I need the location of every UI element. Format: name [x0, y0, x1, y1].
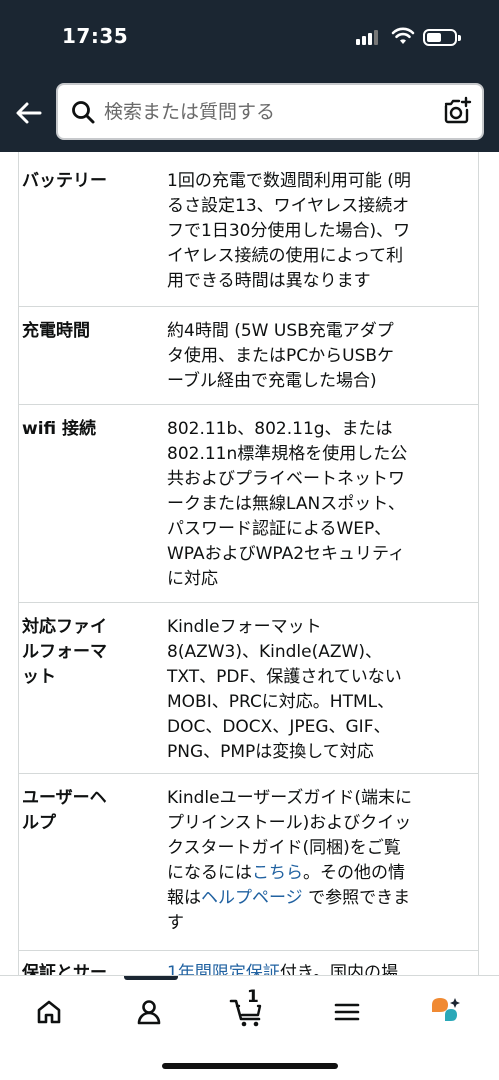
cart-count-badge: 1	[247, 987, 259, 1007]
spec-value: 802.11b、802.11g、または 802.11n標準規格を使用した公 共お…	[167, 419, 408, 589]
back-arrow-icon[interactable]	[12, 96, 46, 130]
spec-value: Kindleフォーマット 8(AZW3)、Kindle(AZW)、 TXT、PD…	[167, 617, 402, 762]
wifi-icon	[391, 27, 415, 44]
product-details-content[interactable]: バッテリー 1回の充電で数週間利用可能 (明 るさ設定13、ワイヤレス接続オ フ…	[0, 152, 499, 975]
spec-label: wifi 接続	[22, 419, 97, 439]
nav-account[interactable]	[127, 990, 171, 1034]
here-link[interactable]: こちら	[252, 863, 303, 883]
table-row: 充電時間 約4時間 (5W USB充電アダプ タ使用、またはPCからUSBケ ー…	[19, 307, 478, 405]
search-box[interactable]	[56, 83, 484, 140]
home-icon	[37, 1000, 61, 1024]
signal-icon	[356, 29, 382, 45]
spec-label: バッテリー	[22, 171, 107, 191]
table-row: wifi 接続 802.11b、802.11g、または 802.11n標準規格を…	[19, 405, 478, 603]
help-page-link[interactable]: ヘルプページ	[201, 888, 303, 908]
status-time: 17:35	[62, 24, 129, 48]
spec-value: Kindleユーザーズガイド(端末に プリインストール)およびクイッ クスタート…	[167, 788, 413, 933]
spec-label: 充電時間	[22, 321, 90, 341]
spec-label: 保証とサー	[22, 963, 107, 975]
rufus-assistant-icon	[432, 998, 460, 1021]
spec-value: 1回の充電で数週間利用可能 (明 るさ設定13、ワイヤレス接続オ フで1日30分…	[167, 171, 411, 291]
nav-assistant[interactable]	[424, 990, 468, 1034]
account-icon	[137, 1000, 161, 1025]
battery-icon	[423, 29, 461, 46]
warranty-link[interactable]: 1年間限定保証	[167, 963, 280, 975]
spec-value: 1年間限定保証付き。国内の場	[167, 951, 463, 975]
active-tab-indicator	[124, 976, 178, 980]
nav-cart[interactable]: 1	[226, 987, 270, 1034]
nav-menu[interactable]	[325, 990, 369, 1034]
spec-label: 対応ファイ ルフォーマ ット	[22, 617, 107, 687]
table-row: ユーザーヘ ルプ Kindleユーザーズガイド(端末に プリインストール)および…	[19, 774, 478, 951]
table-row: 対応ファイ ルフォーマ ット Kindleフォーマット 8(AZW3)、Kind…	[19, 603, 478, 774]
table-row: 保証とサー 1年間限定保証付き。国内の場	[19, 951, 478, 975]
home-indicator	[162, 1063, 338, 1069]
search-icon	[72, 101, 95, 124]
menu-icon	[334, 1003, 360, 1021]
search-input[interactable]	[104, 85, 434, 138]
table-row: バッテリー 1回の充電で数週間利用可能 (明 るさ設定13、ワイヤレス接続オ フ…	[19, 152, 478, 307]
search-header	[0, 80, 499, 152]
nav-home[interactable]	[27, 990, 71, 1034]
status-bar: 17:35	[0, 0, 499, 80]
spec-value: 約4時間 (5W USB充電アダプ タ使用、またはPCからUSBケ ーブル経由で…	[167, 321, 395, 391]
spec-table: バッテリー 1回の充電で数週間利用可能 (明 るさ設定13、ワイヤレス接続オ フ…	[18, 152, 479, 975]
camera-search-icon[interactable]	[442, 96, 472, 126]
spec-label: ユーザーヘ ルプ	[22, 788, 107, 833]
